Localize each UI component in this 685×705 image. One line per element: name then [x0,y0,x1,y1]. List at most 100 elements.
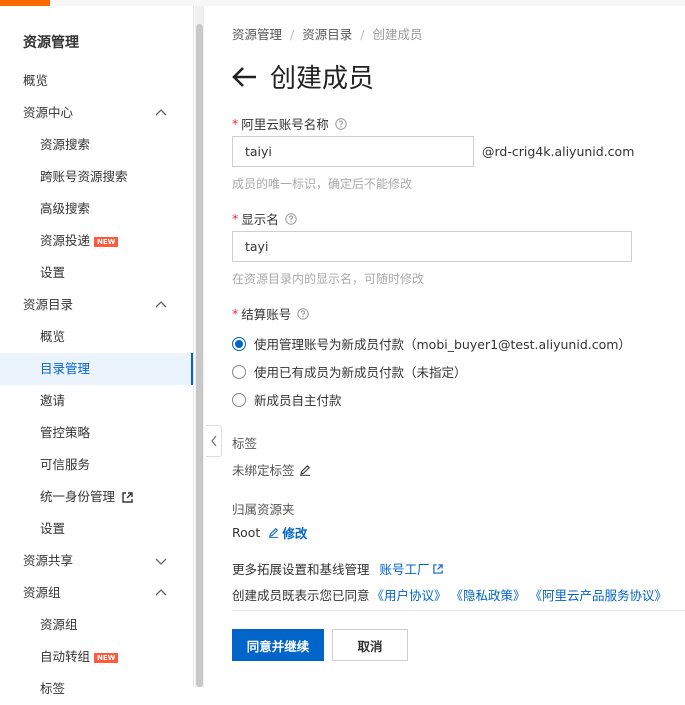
chevron-down-icon [155,558,167,565]
chevron-up-icon [155,109,167,116]
field-label-text: 结算账号 [241,307,292,322]
tags-value[interactable]: 未绑定标签 [232,460,311,479]
back-arrow-icon[interactable] [232,66,258,88]
help-icon[interactable] [335,117,347,130]
billing-option-existing-member[interactable]: 使用已有成员为新成员付款（未指定） [232,362,467,381]
scrollbar-thumb[interactable] [196,24,203,687]
sidebar-item-rd-overview[interactable]: 概览 [0,321,193,353]
sidebar-item-auto-grouping[interactable]: 自动转组 NEW [0,641,193,673]
sidebar-item-label: 可信服务 [40,457,91,472]
radio-button[interactable] [232,364,246,379]
breadcrumb-item[interactable]: 资源管理 [232,27,282,42]
billing-option-self-pay[interactable]: 新成员自主付款 [232,390,342,409]
sidebar-group-resource-directory[interactable]: 资源目录 [0,289,193,321]
sidebar-item-label: 资源中心 [23,105,74,120]
privacy-policy-link[interactable]: 《隐私政策》 [451,585,526,604]
sidebar-group-resource-sharing[interactable]: 资源共享 [0,545,193,577]
sidebar-item-label: 资源组 [40,617,78,632]
account-name-input[interactable]: taiyi [232,136,474,167]
external-link-icon [432,563,443,574]
sidebar-item-label: 统一身份管理 [40,489,116,504]
page-header: 创建成员 [232,58,374,95]
help-icon[interactable] [285,212,297,225]
sidebar-item-overview[interactable]: 概览 [0,65,193,97]
field-label-text: 阿里云账号名称 [241,117,329,132]
sidebar-item-label: 资源搜索 [40,137,91,152]
sidebar-item-label: 邀请 [40,393,66,408]
sidebar-item-advanced-search[interactable]: 高级搜索 [0,193,193,225]
new-badge: NEW [94,652,119,663]
radio-label: 使用已有成员为新成员付款（未指定） [254,365,467,380]
account-factory-link[interactable]: 账号工厂 [380,559,430,578]
sidebar-item-invitation[interactable]: 邀请 [0,385,193,417]
help-icon[interactable] [297,307,309,320]
sidebar-item-trusted-services[interactable]: 可信服务 [0,449,193,481]
sidebar-item-label: 资源目录 [23,297,74,312]
required-marker: * [232,211,239,226]
breadcrumb-item[interactable]: 资源目录 [302,27,352,42]
folder-value: Root 修改 [232,523,307,542]
sidebar-item-label: 资源组 [23,585,61,600]
billing-option-management-account[interactable]: 使用管理账号为新成员付款（mobi_buyer1@test.aliyunid.c… [232,334,631,353]
sidebar-item-control-policy[interactable]: 管控策略 [0,417,193,449]
field-label-text: 显示名 [241,212,279,227]
sidebar-item-settings[interactable]: 设置 [0,257,193,289]
sidebar-item-tags[interactable]: 标签 [0,673,193,705]
chevron-up-icon [155,301,167,308]
display-name-input[interactable]: tayi [232,231,632,262]
radio-label: 新成员自主付款 [254,393,342,408]
sidebar-item-directory-management[interactable]: 目录管理 [0,353,193,385]
display-name-hint: 在资源目录内的显示名，可随时修改 [232,272,425,286]
tags-label: 标签 [232,436,258,451]
edit-icon[interactable] [268,527,279,538]
sidebar-item-identity-management[interactable]: 统一身份管理 [0,481,193,513]
sidebar-item-resource-delivery[interactable]: 资源投递 NEW [0,225,193,257]
sidebar-collapse-button[interactable] [206,425,222,457]
sidebar-item-cross-account-search[interactable]: 跨账号资源搜索 [0,161,193,193]
sidebar-item-label: 跨账号资源搜索 [40,169,128,184]
folder-edit-link[interactable]: 修改 [282,523,307,542]
required-marker: * [232,306,239,321]
account-name-label: * 阿里云账号名称 [232,114,347,133]
sidebar-item-label: 目录管理 [40,361,91,376]
sidebar-item-resource-group[interactable]: 资源组 [0,609,193,641]
account-name-hint: 成员的唯一标识，确定后不能修改 [232,177,413,191]
more-settings-text: 更多拓展设置和基线管理 [232,562,370,577]
breadcrumb-current: 创建成员 [372,27,423,42]
tags-value-text: 未绑定标签 [232,463,295,478]
required-marker: * [232,116,239,131]
service-agreement-link[interactable]: 《阿里云产品服务协议》 [530,585,668,604]
sidebar: 资源管理 概览 资源中心 资源搜索 跨账号资源搜索 高级搜索 资源投递 NEW 设… [0,6,194,696]
breadcrumb-separator: / [360,27,365,42]
account-domain-suffix: @rd-crig4k.aliyunid.com [482,144,635,159]
agreement-text: 创建成员既表示您已同意 [232,588,370,603]
external-link-icon [122,492,133,503]
display-name-label: * 显示名 [232,209,297,228]
chevron-up-icon [155,589,167,596]
sidebar-item-label: 概览 [40,329,66,344]
radio-button[interactable] [232,392,246,407]
edit-icon[interactable] [299,464,311,476]
sidebar-scrollbar[interactable] [195,6,204,687]
sidebar-item-label: 自动转组 [40,649,91,664]
sidebar-item-label: 资源投递 [40,233,91,248]
sidebar-item-label: 高级搜索 [40,201,91,216]
cancel-button[interactable]: 取消 [332,629,408,661]
user-agreement-link[interactable]: 《用户协议》 [372,585,447,604]
sidebar-item-rd-settings[interactable]: 设置 [0,513,193,545]
sidebar-item-resource-search[interactable]: 资源搜索 [0,129,193,161]
sidebar-group-resource-center[interactable]: 资源中心 [0,97,193,129]
page-title: 创建成员 [270,64,375,94]
folder-label: 归属资源夹 [232,502,295,517]
breadcrumb: 资源管理 / 资源目录 / 创建成员 [232,24,422,43]
sidebar-item-label: 概览 [23,73,49,88]
confirm-button[interactable]: 同意并继续 [232,629,324,661]
folder-value-text: Root [232,525,261,540]
breadcrumb-separator: / [290,27,295,42]
sidebar-group-resource-group[interactable]: 资源组 [0,577,193,609]
radio-button[interactable] [232,336,246,351]
more-settings-row: 更多拓展设置和基线管理 账号工厂 [232,559,443,578]
sidebar-title: 资源管理 [23,35,79,51]
sidebar-item-label: 设置 [40,265,66,280]
chevron-left-icon [210,435,217,447]
